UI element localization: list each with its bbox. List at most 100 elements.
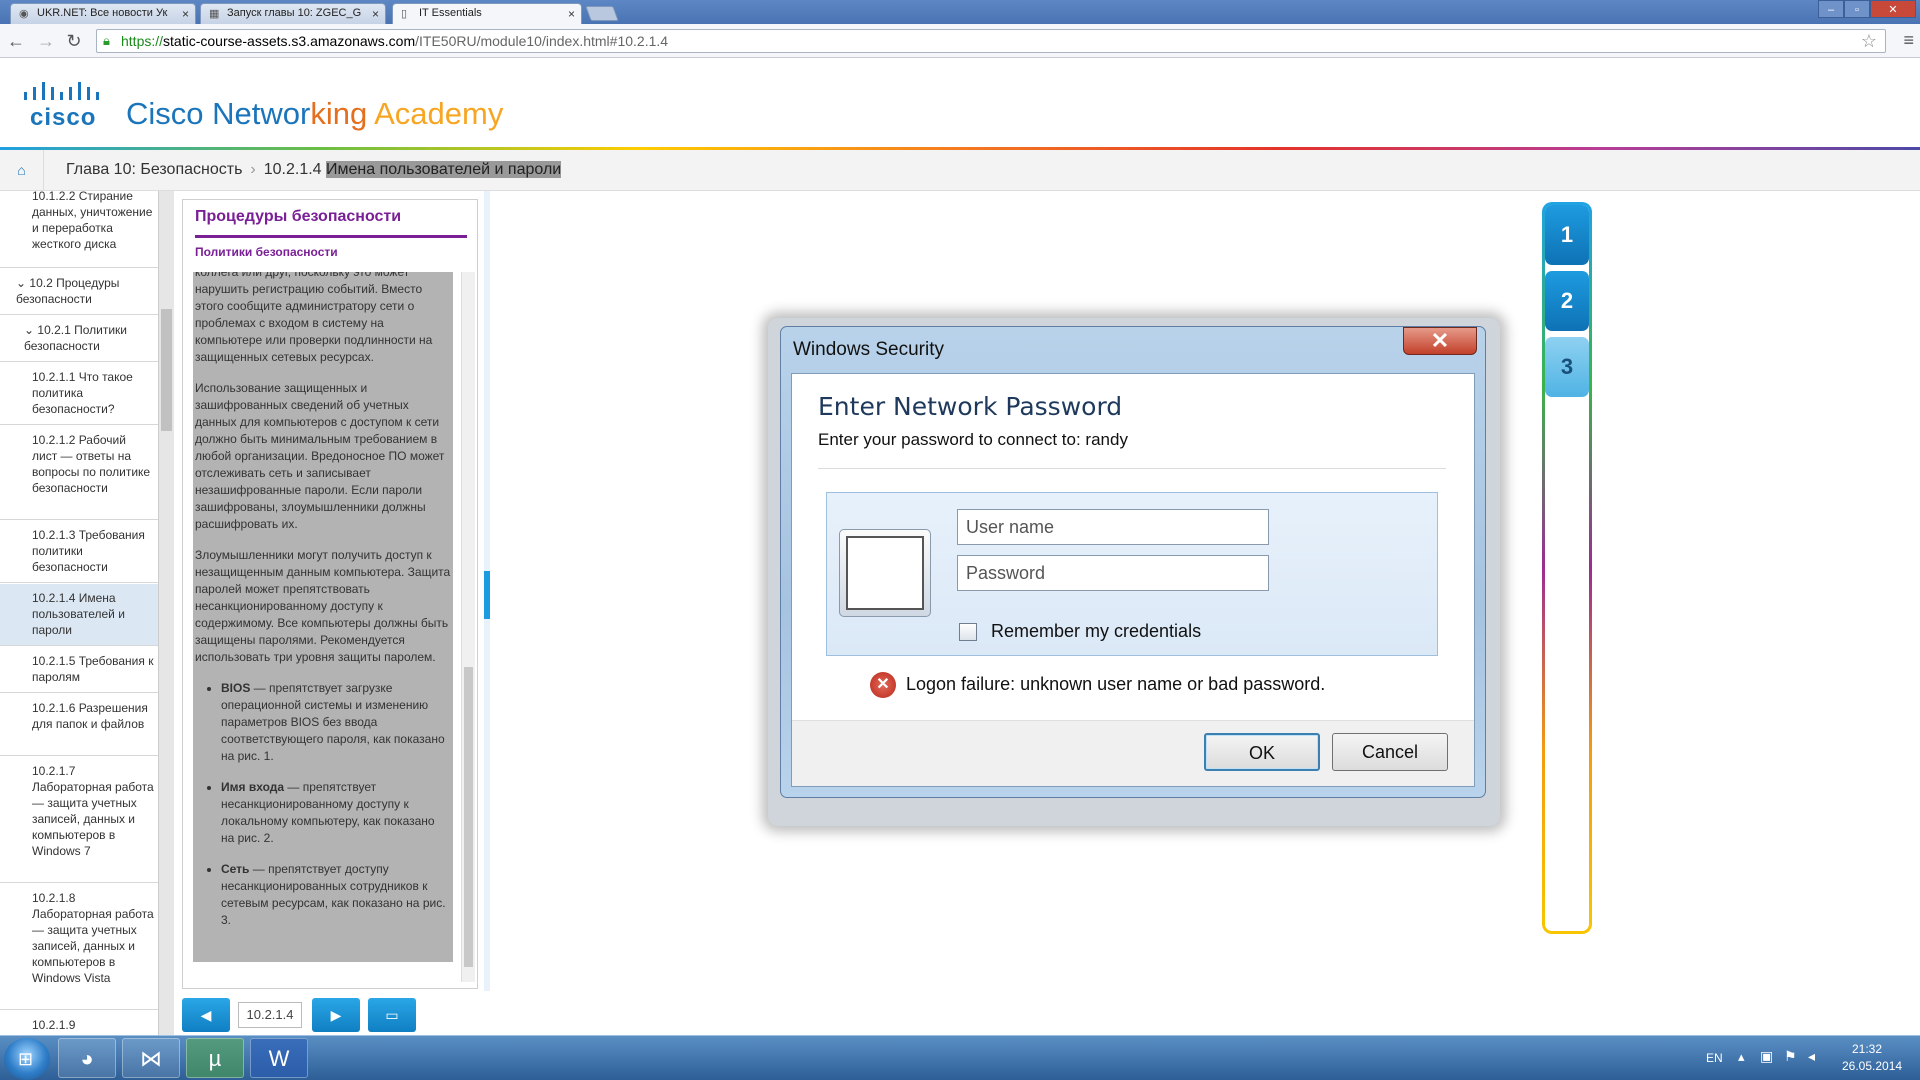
sidebar-item[interactable]: 10.2.1.8 Лабораторная работа — защита уч…: [0, 884, 158, 1010]
ok-button[interactable]: OK: [1204, 733, 1320, 771]
figure-button-2[interactable]: 2: [1545, 271, 1589, 331]
content-bullet: BIOS — препятствует загрузке операционно…: [221, 680, 451, 765]
bullet-text: — препятствует доступу несанкционированн…: [221, 862, 446, 927]
windows-taskbar: ⊞ ◕ ⋈ µ W EN ▴ ▣ ⚑ ◂ 21:32 26.05.2014: [0, 1035, 1920, 1080]
figure-button-3[interactable]: 3: [1545, 337, 1589, 397]
next-page-button[interactable]: ▶: [312, 998, 360, 1032]
close-icon[interactable]: ×: [568, 7, 575, 21]
remember-credentials-label[interactable]: Remember my credentials: [991, 621, 1201, 642]
browser-titlebar: ◉ UKR.NET: Все новости Ук × ▦ Запуск гла…: [0, 0, 1920, 24]
sidebar-item-label: 10.1.2.2 Стирание данных, уничтожение и …: [32, 191, 153, 251]
remember-credentials-checkbox[interactable]: [959, 623, 977, 641]
bullet-term: BIOS: [221, 681, 251, 695]
sidebar-item[interactable]: 10.2.1.1 Что такое политика безопасности…: [0, 363, 158, 425]
sidebar-item-label: 10.2.1.3 Требования политики безопасност…: [32, 528, 145, 574]
flag-icon[interactable]: ⚑: [1784, 1048, 1797, 1065]
clock-date[interactable]: 26.05.2014: [1842, 1059, 1902, 1073]
dialog-subheading: Enter your password to connect to: randy: [818, 430, 1128, 449]
address-bar[interactable]: 🔒︎ https://static-course-assets.s3.amazo…: [96, 29, 1886, 53]
password-field[interactable]: Password: [957, 555, 1269, 591]
sidebar-scroll-thumb[interactable]: [161, 309, 172, 431]
left-arrow-icon: ◀: [200, 1007, 212, 1023]
academy-part: Academy: [374, 96, 504, 131]
menu-icon[interactable]: ≡: [1903, 30, 1914, 51]
sidebar-item[interactable]: 10.2.1.6 Разрешения для папок и файлов: [0, 694, 158, 756]
cancel-button[interactable]: Cancel: [1332, 733, 1448, 771]
tab-label: Запуск главы 10: ZGEC_G: [227, 7, 362, 19]
bullet-text: — препятствует загрузке операционной сис…: [221, 681, 445, 763]
panel-divider-handle[interactable]: [484, 571, 490, 619]
maximize-button[interactable]: ▫: [1844, 0, 1870, 18]
sidebar-scrollbar[interactable]: [158, 191, 174, 1035]
network-icon[interactable]: ▣: [1760, 1048, 1773, 1065]
browser-tab-zgec[interactable]: ▦ Запуск главы 10: ZGEC_G ×: [200, 3, 386, 24]
utorrent-icon[interactable]: µ: [186, 1038, 244, 1078]
windows-logo-icon: ⊞: [18, 1049, 34, 1069]
minimize-button[interactable]: –: [1818, 0, 1844, 18]
language-indicator[interactable]: EN: [1706, 1051, 1723, 1065]
sidebar-item[interactable]: 10.2.1.5 Требования к паролям: [0, 647, 158, 693]
dialog-close-button[interactable]: ✕: [1403, 327, 1477, 355]
visual-studio-icon[interactable]: ⋈: [122, 1038, 180, 1078]
sidebar-item[interactable]: 10.2.1.9: [0, 1011, 158, 1035]
new-tab-button[interactable]: [585, 6, 619, 21]
page-number-field[interactable]: 10.2.1.4: [238, 1002, 302, 1028]
sidebar-item[interactable]: 10.1.2.2 Стирание данных, уничтожение и …: [0, 191, 158, 268]
dialog-client-area: Enter Network Password Enter your passwo…: [791, 373, 1475, 787]
sidebar-item[interactable]: ⌄ 10.2 Процедуры безопасности: [0, 269, 158, 315]
chrome-icon[interactable]: ◕: [58, 1038, 116, 1078]
error-icon: ✕: [870, 672, 896, 698]
clock-time[interactable]: 21:32: [1852, 1042, 1882, 1056]
figure-button-1[interactable]: 1: [1545, 205, 1589, 265]
content-scrollbar[interactable]: [461, 272, 475, 982]
content-scroll-thumb[interactable]: [464, 667, 473, 967]
academy-title: Cisco Networking Academy: [126, 96, 503, 132]
close-icon[interactable]: ×: [182, 7, 189, 21]
content-bullet: Сеть — препятствует доступу несанкционир…: [221, 861, 451, 929]
user-tile-frame: [846, 536, 924, 610]
sidebar-item-label: 10.2.1.9: [32, 1018, 76, 1032]
sidebar-item[interactable]: 10.2.1.3 Требования политики безопасност…: [0, 521, 158, 583]
sidebar-item-active[interactable]: 10.2.1.4 Имена пользователей и пароли: [0, 584, 158, 646]
breadcrumb-chapter[interactable]: Глава 10: Безопасность: [66, 161, 242, 178]
breadcrumb: ⌂ Глава 10: Безопасность › 10.2.1.4 Имена …: [0, 150, 1920, 191]
window-close-button[interactable]: ✕: [1870, 0, 1916, 18]
content-title: Процедуры безопасности: [195, 208, 402, 225]
close-icon[interactable]: ×: [372, 7, 379, 21]
right-arrow-icon: ▶: [330, 1007, 342, 1023]
previous-page-button[interactable]: ◀: [182, 998, 230, 1032]
home-icon[interactable]: ⌂: [0, 150, 44, 191]
fullscreen-button[interactable]: ▭: [368, 998, 416, 1032]
username-field[interactable]: User name: [957, 509, 1269, 545]
sidebar-item[interactable]: ⌄ 10.2.1 Политики безопасности: [0, 316, 158, 362]
sidebar-item[interactable]: 10.2.1.2 Рабочий лист — ответы на вопрос…: [0, 426, 158, 520]
grid-icon: ▦: [209, 8, 220, 20]
url-host: static-course-assets.s3.amazonaws.com: [163, 33, 416, 49]
sidebar-item[interactable]: 10.2.1.7 Лабораторная работа — защита уч…: [0, 757, 158, 883]
word-icon[interactable]: W: [250, 1038, 308, 1078]
reload-icon[interactable]: ↻: [64, 31, 84, 51]
tray-arrow-icon[interactable]: ▴: [1738, 1049, 1745, 1065]
browser-tab-it-essentials[interactable]: ▯ IT Essentials ×: [392, 3, 582, 24]
sidebar-item-label: 10.2.1.6 Разрешения для папок и файлов: [32, 701, 148, 731]
content-bullet: Имя входа — препятствует несанкционирова…: [221, 779, 451, 847]
start-button[interactable]: ⊞: [4, 1038, 50, 1080]
back-arrow-icon[interactable]: ←: [6, 31, 26, 51]
content-body: коллега или друг, поскольку это может на…: [193, 272, 453, 962]
figure-navigation: 1 2 3: [1542, 202, 1592, 934]
tab-label: IT Essentials: [419, 7, 482, 19]
browser-tab-ukrnet[interactable]: ◉ UKR.NET: Все новости Ук ×: [10, 3, 196, 24]
bookmark-star-icon[interactable]: ☆: [1861, 30, 1877, 52]
bullet-term: Сеть: [221, 862, 250, 876]
dialog-footer: OK Cancel: [792, 720, 1474, 786]
browser-toolbar: ← → ↻ 🔒︎ https://static-course-assets.s3…: [0, 24, 1920, 58]
windows-security-dialog: Windows Security ✕ Enter Network Passwor…: [780, 326, 1486, 798]
sidebar-item-label: 10.2.1.4 Имена пользователей и пароли: [32, 591, 125, 637]
sidebar-item-label: 10.2 Процедуры безопасности: [16, 276, 120, 306]
volume-icon[interactable]: ◂: [1808, 1048, 1815, 1065]
close-icon: ✕: [1430, 328, 1450, 353]
content-bullet-list: BIOS — препятствует загрузке операционно…: [195, 680, 451, 929]
course-sidebar: 10.1.2.2 Стирание данных, уничтожение и …: [0, 191, 174, 1035]
forward-arrow-icon[interactable]: →: [36, 31, 56, 51]
bullet-term: Имя входа: [221, 780, 285, 794]
